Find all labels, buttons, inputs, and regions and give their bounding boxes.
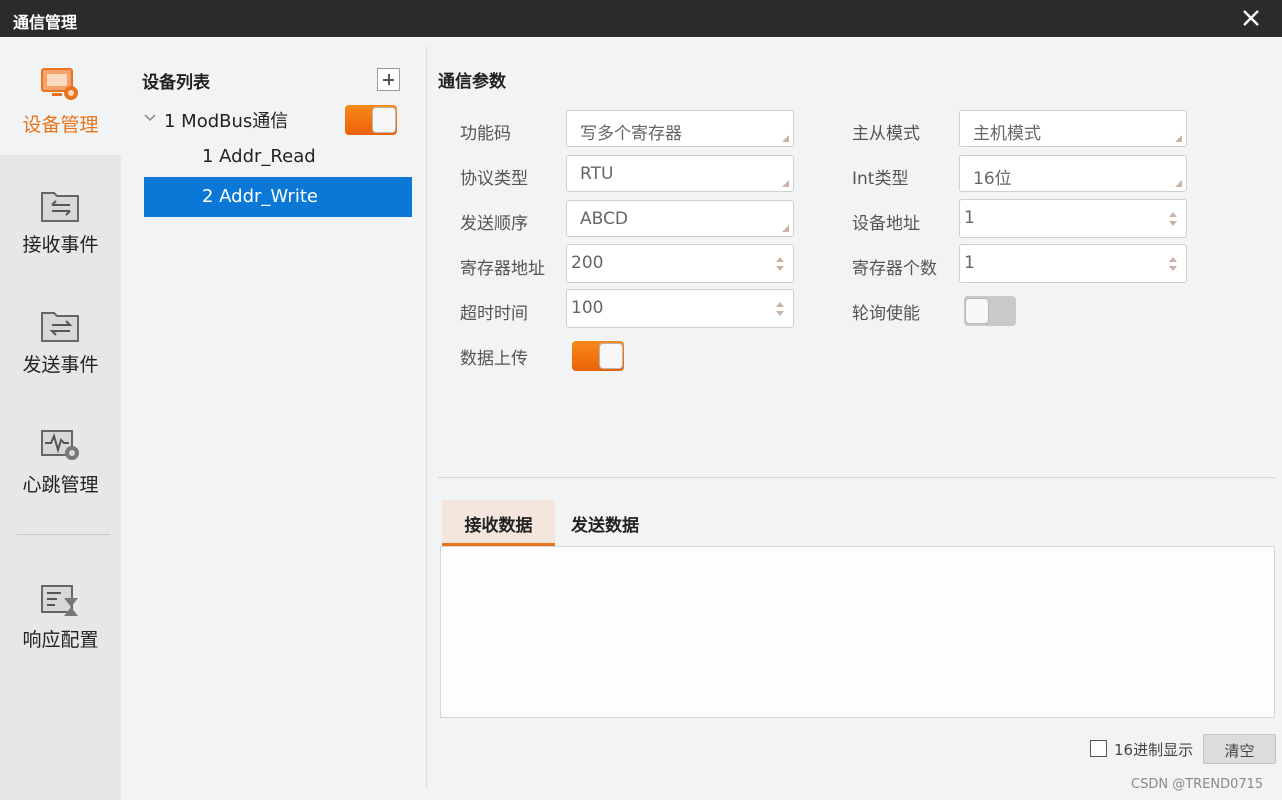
timeout-spinbox[interactable]: 100 bbox=[566, 289, 794, 328]
tree-item-label: 2 Addr_Write bbox=[202, 186, 318, 207]
nav-divider bbox=[17, 534, 110, 535]
send-order-label: 发送顺序 bbox=[460, 214, 528, 234]
polling-toggle[interactable] bbox=[964, 296, 1016, 326]
timeout-value: 100 bbox=[571, 298, 604, 318]
tab-send-data[interactable]: 发送数据 bbox=[555, 500, 655, 546]
dropdown-corner-icon bbox=[1175, 180, 1182, 187]
toggle-knob bbox=[372, 107, 396, 133]
data-tab-bar: 接收数据 发送数据 bbox=[440, 500, 1275, 546]
register-addr-label: 寄存器地址 bbox=[460, 259, 545, 279]
spin-arrows-icon[interactable] bbox=[1168, 254, 1178, 274]
send-order-select[interactable]: ABCD bbox=[566, 200, 794, 237]
tab-label: 接收数据 bbox=[464, 516, 533, 536]
protocol-select[interactable]: RTU bbox=[566, 155, 794, 192]
left-nav: 设备管理 接收事件 发送事件 心跳管理 响应配置 bbox=[0, 37, 121, 800]
device-addr-label: 设备地址 bbox=[852, 214, 920, 234]
device-addr-spinbox[interactable]: 1 bbox=[959, 199, 1187, 238]
tab-receive-data[interactable]: 接收数据 bbox=[442, 500, 555, 546]
send-event-icon bbox=[41, 312, 79, 342]
function-code-value: 写多个寄存器 bbox=[580, 124, 682, 144]
heartbeat-icon bbox=[41, 430, 79, 460]
protocol-label: 协议类型 bbox=[460, 169, 528, 189]
dropdown-corner-icon bbox=[782, 225, 789, 232]
nav-label: 设备管理 bbox=[22, 114, 99, 136]
tree-node-label: 1 ModBus通信 bbox=[164, 111, 289, 132]
device-list-title: 设备列表 bbox=[142, 73, 210, 93]
upload-label: 数据上传 bbox=[460, 349, 528, 369]
int-type-label: Int类型 bbox=[852, 169, 909, 189]
receive-event-icon bbox=[41, 192, 79, 222]
send-order-value: ABCD bbox=[580, 209, 628, 229]
protocol-value: RTU bbox=[580, 164, 614, 184]
spin-arrows-icon[interactable] bbox=[1168, 209, 1178, 229]
close-button[interactable] bbox=[1238, 5, 1264, 31]
spin-arrows-icon[interactable] bbox=[775, 254, 785, 274]
polling-label: 轮询使能 bbox=[852, 304, 920, 324]
params-title: 通信参数 bbox=[438, 72, 506, 92]
hex-display-checkbox[interactable] bbox=[1090, 740, 1107, 757]
clear-button[interactable]: 清空 bbox=[1203, 734, 1276, 764]
device-addr-value: 1 bbox=[964, 208, 975, 228]
data-display-area[interactable] bbox=[440, 546, 1275, 718]
title-bar: 通信管理 bbox=[0, 0, 1282, 37]
master-slave-label: 主从模式 bbox=[852, 124, 920, 144]
upload-toggle[interactable] bbox=[572, 341, 624, 371]
nav-label: 响应配置 bbox=[22, 629, 99, 651]
section-divider bbox=[438, 477, 1276, 478]
timeout-label: 超时时间 bbox=[460, 304, 528, 324]
clear-button-label: 清空 bbox=[1224, 742, 1255, 760]
device-management-icon bbox=[41, 68, 78, 100]
tree-item-label: 1 Addr_Read bbox=[202, 146, 316, 167]
tab-label: 发送数据 bbox=[571, 516, 639, 536]
close-icon bbox=[1243, 10, 1259, 26]
response-config-icon bbox=[41, 585, 78, 616]
watermark: CSDN @TREND0715 bbox=[1131, 777, 1264, 792]
tree-item-addr-read[interactable]: 1 Addr_Read bbox=[144, 137, 412, 177]
dropdown-corner-icon bbox=[1175, 135, 1182, 142]
window-title: 通信管理 bbox=[13, 13, 78, 32]
function-code-select[interactable]: 写多个寄存器 bbox=[566, 110, 794, 147]
add-device-button[interactable] bbox=[377, 68, 400, 91]
toggle-knob bbox=[599, 343, 623, 369]
int-type-value: 16位 bbox=[973, 169, 1012, 189]
register-count-value: 1 bbox=[964, 253, 975, 273]
function-code-label: 功能码 bbox=[460, 124, 511, 144]
nav-item-heartbeat[interactable]: 心跳管理 bbox=[0, 397, 121, 515]
int-type-select[interactable]: 16位 bbox=[959, 155, 1187, 192]
master-slave-value: 主机模式 bbox=[973, 124, 1041, 144]
nav-item-response-config[interactable]: 响应配置 bbox=[0, 552, 121, 670]
spin-arrows-icon[interactable] bbox=[775, 299, 785, 319]
toggle-knob bbox=[965, 298, 989, 324]
nav-label: 心跳管理 bbox=[22, 474, 99, 496]
nav-item-device-management[interactable]: 设备管理 bbox=[0, 37, 121, 155]
dropdown-corner-icon bbox=[782, 135, 789, 142]
dropdown-corner-icon bbox=[782, 180, 789, 187]
modbus-enable-toggle[interactable] bbox=[345, 105, 397, 135]
panel-divider bbox=[426, 46, 427, 788]
register-count-label: 寄存器个数 bbox=[852, 259, 937, 279]
tree-item-addr-write[interactable]: 2 Addr_Write bbox=[144, 177, 412, 217]
nav-label: 发送事件 bbox=[22, 354, 99, 376]
register-addr-spinbox[interactable]: 200 bbox=[566, 244, 794, 283]
master-slave-select[interactable]: 主机模式 bbox=[959, 110, 1187, 147]
device-list-panel: 设备列表 1 ModBus通信 1 Addr_Read 2 Addr_Write bbox=[121, 37, 427, 800]
chevron-down-icon[interactable] bbox=[144, 113, 156, 123]
nav-label: 接收事件 bbox=[22, 234, 99, 256]
nav-item-receive-event[interactable]: 接收事件 bbox=[0, 157, 121, 275]
nav-item-send-event[interactable]: 发送事件 bbox=[0, 277, 121, 395]
register-addr-value: 200 bbox=[571, 253, 604, 273]
hex-display-label: 16进制显示 bbox=[1114, 741, 1194, 759]
register-count-spinbox[interactable]: 1 bbox=[959, 244, 1187, 283]
